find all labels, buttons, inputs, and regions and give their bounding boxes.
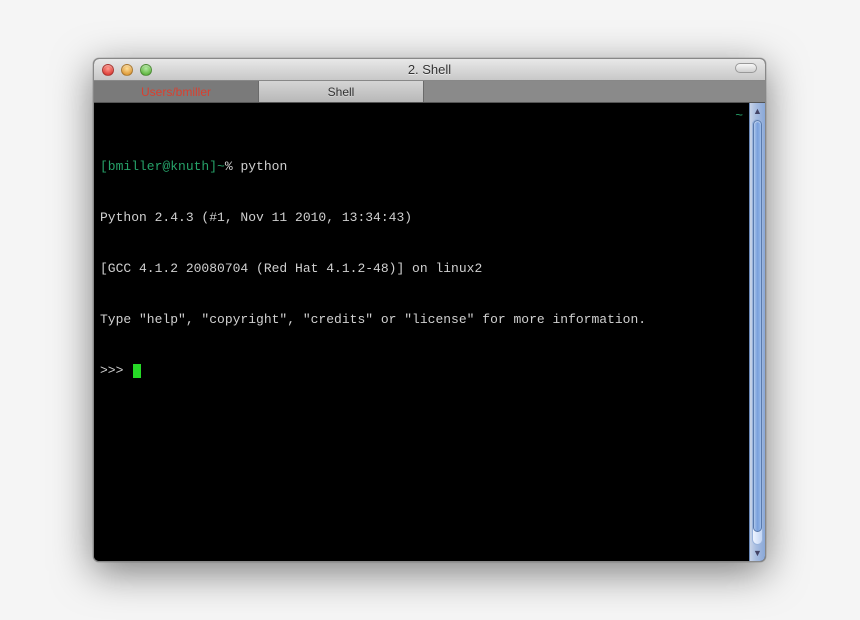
tab-label: Shell	[328, 85, 355, 99]
output-line: Python 2.4.3 (#1, Nov 11 2010, 13:34:43)	[100, 209, 743, 226]
prompt-host: [bmiller@knuth]~	[100, 159, 225, 174]
vim-tilde-indicator: ~	[735, 107, 743, 124]
tab-label: Users/bmiller	[141, 85, 211, 99]
prompt-symbol: %	[225, 159, 233, 174]
tab-bar: Users/bmiller Shell	[94, 81, 765, 103]
repl-prompt-line: >>>	[100, 362, 743, 379]
zoom-button[interactable]	[140, 64, 152, 76]
scroll-thumb[interactable]	[753, 120, 762, 532]
tab-users-bmiller[interactable]: Users/bmiller	[94, 81, 259, 102]
repl-prompt: >>>	[100, 363, 123, 378]
scroll-up-arrow-icon[interactable]: ▲	[750, 103, 765, 119]
window-title: 2. Shell	[94, 62, 765, 77]
output-line: Type "help", "copyright", "credits" or "…	[100, 311, 743, 328]
minimize-button[interactable]	[121, 64, 133, 76]
traffic-lights	[94, 64, 152, 76]
terminal-window: 2. Shell Users/bmiller Shell ~ [bmiller@…	[93, 58, 766, 562]
output-line: [GCC 4.1.2 20080704 (Red Hat 4.1.2-48)] …	[100, 260, 743, 277]
cursor	[133, 364, 141, 378]
prompt-line: [bmiller@knuth]~% python	[100, 158, 743, 175]
tab-shell[interactable]: Shell	[259, 81, 424, 102]
close-button[interactable]	[102, 64, 114, 76]
toolbar-toggle-button[interactable]	[735, 63, 757, 73]
titlebar[interactable]: 2. Shell	[94, 59, 765, 81]
vertical-scrollbar[interactable]: ▲ ▼	[749, 103, 765, 561]
command-text: python	[240, 159, 287, 174]
terminal-body-wrap: ~ [bmiller@knuth]~% python Python 2.4.3 …	[94, 103, 765, 561]
scroll-down-arrow-icon[interactable]: ▼	[750, 545, 765, 561]
terminal-viewport[interactable]: ~ [bmiller@knuth]~% python Python 2.4.3 …	[94, 103, 749, 561]
